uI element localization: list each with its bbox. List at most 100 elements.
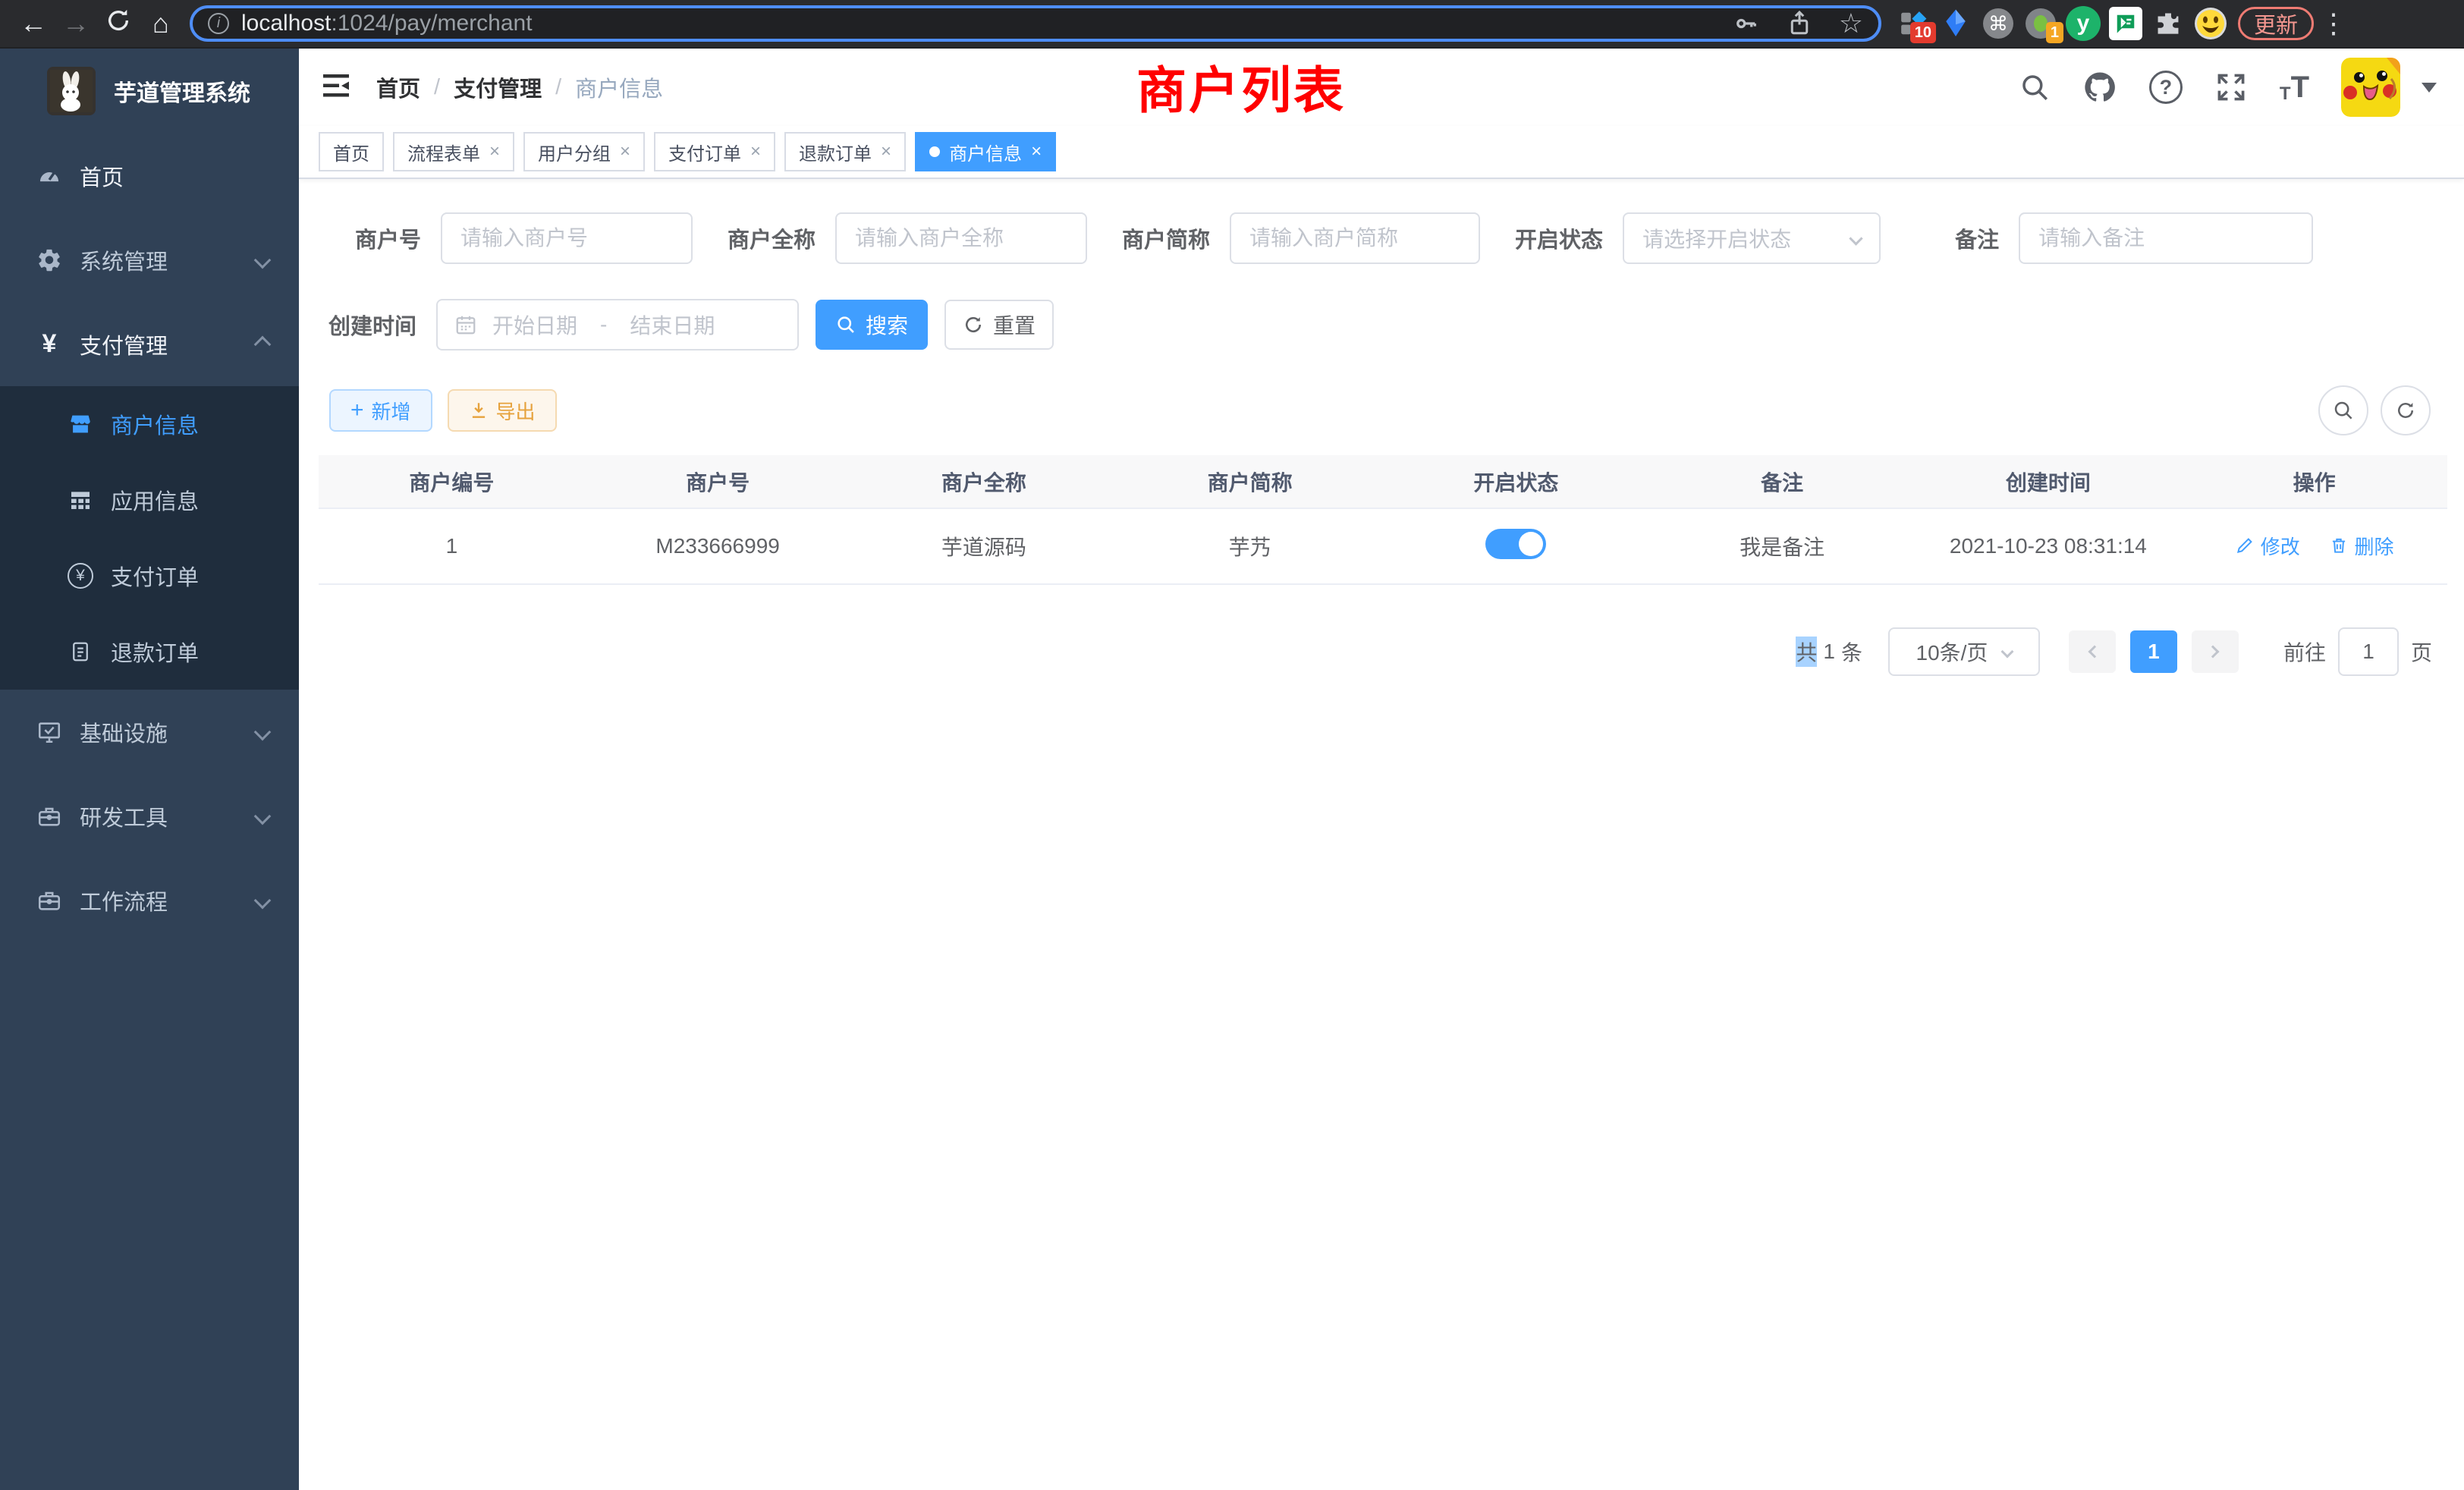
close-icon[interactable]: ×	[1031, 141, 1042, 162]
sidebar-item-label: 商户信息	[111, 408, 199, 440]
reset-button[interactable]: 重置	[944, 300, 1054, 350]
merchant-table: 商户编号 商户号 商户全称 商户简称 开启状态 备注 创建时间 操作 1 M23…	[319, 455, 2447, 585]
github-icon[interactable]	[2082, 70, 2117, 105]
browser-chrome: ← → ⌂ i localhost:1024/pay/merchant ☆ 10…	[0, 0, 2464, 49]
sidebar-item-payment[interactable]: ¥ 支付管理	[0, 302, 299, 386]
pagination: 共 1 条 10条/页 1 前往 页	[299, 627, 2464, 676]
tab-home[interactable]: 首页	[319, 132, 384, 171]
sidebar-item-app-info[interactable]: 应用信息	[0, 462, 299, 538]
prev-page-button[interactable]	[2069, 630, 2116, 673]
sidebar-item-merchant-info[interactable]: 商户信息	[0, 386, 299, 462]
tab-refund-order[interactable]: 退款订单×	[784, 132, 906, 171]
bookmark-star-icon[interactable]: ☆	[1839, 8, 1863, 39]
date-range-picker[interactable]: 开始日期 - 结束日期	[436, 299, 799, 350]
sidebar-item-refund-order[interactable]: 退款订单	[0, 614, 299, 690]
password-key-icon[interactable]	[1733, 10, 1760, 37]
share-icon[interactable]	[1786, 10, 1813, 37]
search-icon	[2332, 399, 2355, 422]
tab-user-group[interactable]: 用户分组×	[523, 132, 645, 171]
extension-y-icon[interactable]: y	[2063, 2, 2103, 45]
export-button[interactable]: 导出	[448, 389, 557, 432]
edit-link[interactable]: 修改	[2235, 532, 2300, 560]
browser-refresh-button[interactable]	[97, 8, 140, 40]
extensions-puzzle-icon[interactable]	[2148, 2, 2188, 45]
browser-back-button[interactable]: ←	[12, 8, 55, 39]
full-name-input[interactable]	[835, 212, 1087, 264]
merchant-no-label: 商户号	[355, 222, 421, 254]
toggle-search-button[interactable]	[2318, 385, 2368, 435]
tab-merchant-info[interactable]: 商户信息×	[915, 132, 1056, 171]
close-icon[interactable]: ×	[620, 141, 630, 162]
extension-command-icon[interactable]: ⌘	[1978, 2, 2018, 45]
page-number-1[interactable]: 1	[2130, 630, 2177, 673]
close-icon[interactable]: ×	[881, 141, 891, 162]
sidebar-item-pay-order[interactable]: ¥ 支付订单	[0, 538, 299, 614]
toggle-knob	[1519, 532, 1543, 556]
col-status: 开启状态	[1383, 455, 1649, 508]
sidebar-item-infrastructure[interactable]: 基础设施	[0, 690, 299, 774]
refresh-table-button[interactable]	[2381, 385, 2431, 435]
pencil-icon	[2235, 536, 2255, 555]
extension-grid-icon[interactable]: 10	[1894, 2, 1933, 45]
short-name-input[interactable]	[1230, 212, 1480, 264]
close-icon[interactable]: ×	[750, 141, 761, 162]
remark-label: 备注	[1955, 222, 1999, 254]
page-header: 首页 / 支付管理 / 商户信息 商户列表 ? TT	[299, 49, 2464, 126]
extension-profile-icon[interactable]: 1	[2021, 2, 2060, 45]
next-page-button[interactable]	[2192, 630, 2239, 673]
sidebar-item-label: 支付订单	[111, 560, 199, 592]
dashboard-icon	[34, 163, 64, 189]
tab-pay-order[interactable]: 支付订单×	[654, 132, 775, 171]
browser-menu-icon[interactable]: ⋮	[2320, 8, 2343, 39]
download-icon	[469, 401, 489, 420]
sidebar-item-system[interactable]: 系统管理	[0, 218, 299, 302]
sidebar-item-dev-tools[interactable]: 研发工具	[0, 774, 299, 858]
yen-icon: ¥	[34, 329, 64, 359]
close-icon[interactable]: ×	[489, 141, 500, 162]
extension-chat-icon[interactable]	[2106, 2, 2145, 45]
search-button[interactable]: 搜索	[816, 300, 928, 350]
app-logo-row[interactable]: 芋道管理系统	[0, 49, 299, 134]
add-button[interactable]: + 新增	[329, 389, 432, 432]
sidebar-item-label: 系统管理	[80, 244, 168, 276]
caret-down-icon[interactable]	[2422, 83, 2437, 93]
sidebar-item-label: 应用信息	[111, 484, 199, 516]
browser-forward-button[interactable]: →	[55, 8, 97, 39]
browser-update-button[interactable]: 更新	[2238, 7, 2314, 40]
breadcrumb-payment[interactable]: 支付管理	[454, 71, 542, 103]
payment-submenu: 商户信息 应用信息 ¥ 支付订单 退款订单	[0, 386, 299, 690]
create-time-label: 创建时间	[328, 309, 416, 341]
url-bar[interactable]: i localhost:1024/pay/merchant ☆	[190, 5, 1881, 42]
font-size-icon[interactable]: TT	[2280, 71, 2309, 105]
status-toggle[interactable]	[1485, 529, 1546, 559]
refresh-icon	[105, 8, 131, 33]
browser-home-button[interactable]: ⌂	[140, 8, 182, 39]
page-info-icon[interactable]: i	[208, 13, 229, 34]
help-icon[interactable]: ?	[2149, 71, 2183, 104]
sidebar-item-label: 工作流程	[80, 885, 168, 916]
sidebar-item-label: 退款订单	[111, 636, 199, 668]
user-avatar[interactable]	[2341, 58, 2400, 117]
delete-link[interactable]: 删除	[2329, 532, 2394, 560]
tab-process-form[interactable]: 流程表单×	[393, 132, 514, 171]
profile-avatar-emoji[interactable]	[2191, 2, 2230, 45]
url-text: localhost:1024/pay/merchant	[241, 11, 533, 36]
extension-balloon-icon[interactable]	[1936, 2, 1975, 45]
extension-badge: 10	[1910, 22, 1936, 43]
fullscreen-icon[interactable]	[2214, 71, 2248, 104]
cell-create-time: 2021-10-23 08:31:14	[1916, 508, 2182, 584]
sidebar-item-home[interactable]: 首页	[0, 134, 299, 218]
page-size-select[interactable]: 10条/页	[1888, 627, 2040, 676]
search-icon[interactable]	[2019, 71, 2051, 103]
remark-input[interactable]	[2019, 212, 2313, 264]
status-select[interactable]: 请选择开启状态	[1623, 212, 1881, 264]
main-content: 首页 / 支付管理 / 商户信息 商户列表 ? TT 首页 流程表单×	[299, 49, 2464, 1490]
goto-page-input[interactable]	[2338, 627, 2399, 676]
sidebar-fold-icon[interactable]	[323, 73, 354, 102]
breadcrumb-home[interactable]: 首页	[376, 71, 420, 103]
col-short-name: 商户简称	[1117, 455, 1383, 508]
coin-yen-icon: ¥	[65, 563, 96, 589]
merchant-no-input[interactable]	[441, 212, 693, 264]
sidebar-item-workflow[interactable]: 工作流程	[0, 858, 299, 942]
goto-unit: 页	[2411, 637, 2432, 667]
